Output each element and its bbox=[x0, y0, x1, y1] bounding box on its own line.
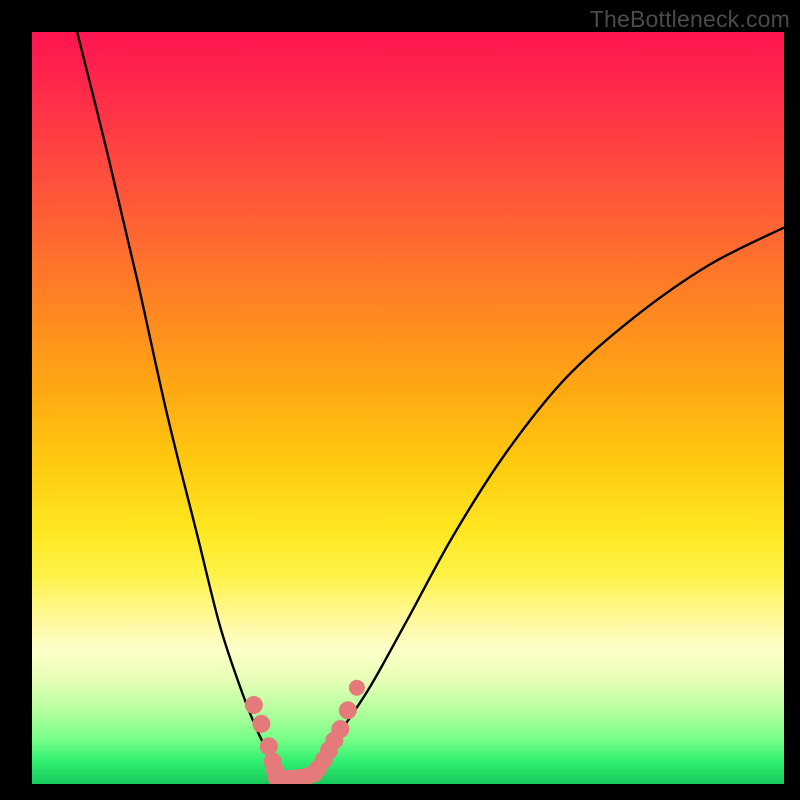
chart-frame: TheBottleneck.com bbox=[0, 0, 800, 800]
right-curve bbox=[303, 228, 784, 777]
data-marker bbox=[260, 737, 278, 755]
chart-svg bbox=[32, 32, 784, 784]
data-markers bbox=[245, 680, 365, 784]
watermark-text: TheBottleneck.com bbox=[590, 6, 790, 33]
plot-area bbox=[32, 32, 784, 784]
data-marker bbox=[331, 720, 349, 738]
data-marker bbox=[349, 680, 365, 696]
data-marker bbox=[339, 701, 357, 719]
data-marker bbox=[245, 696, 263, 714]
data-marker bbox=[252, 715, 270, 733]
left-curve bbox=[77, 32, 280, 776]
